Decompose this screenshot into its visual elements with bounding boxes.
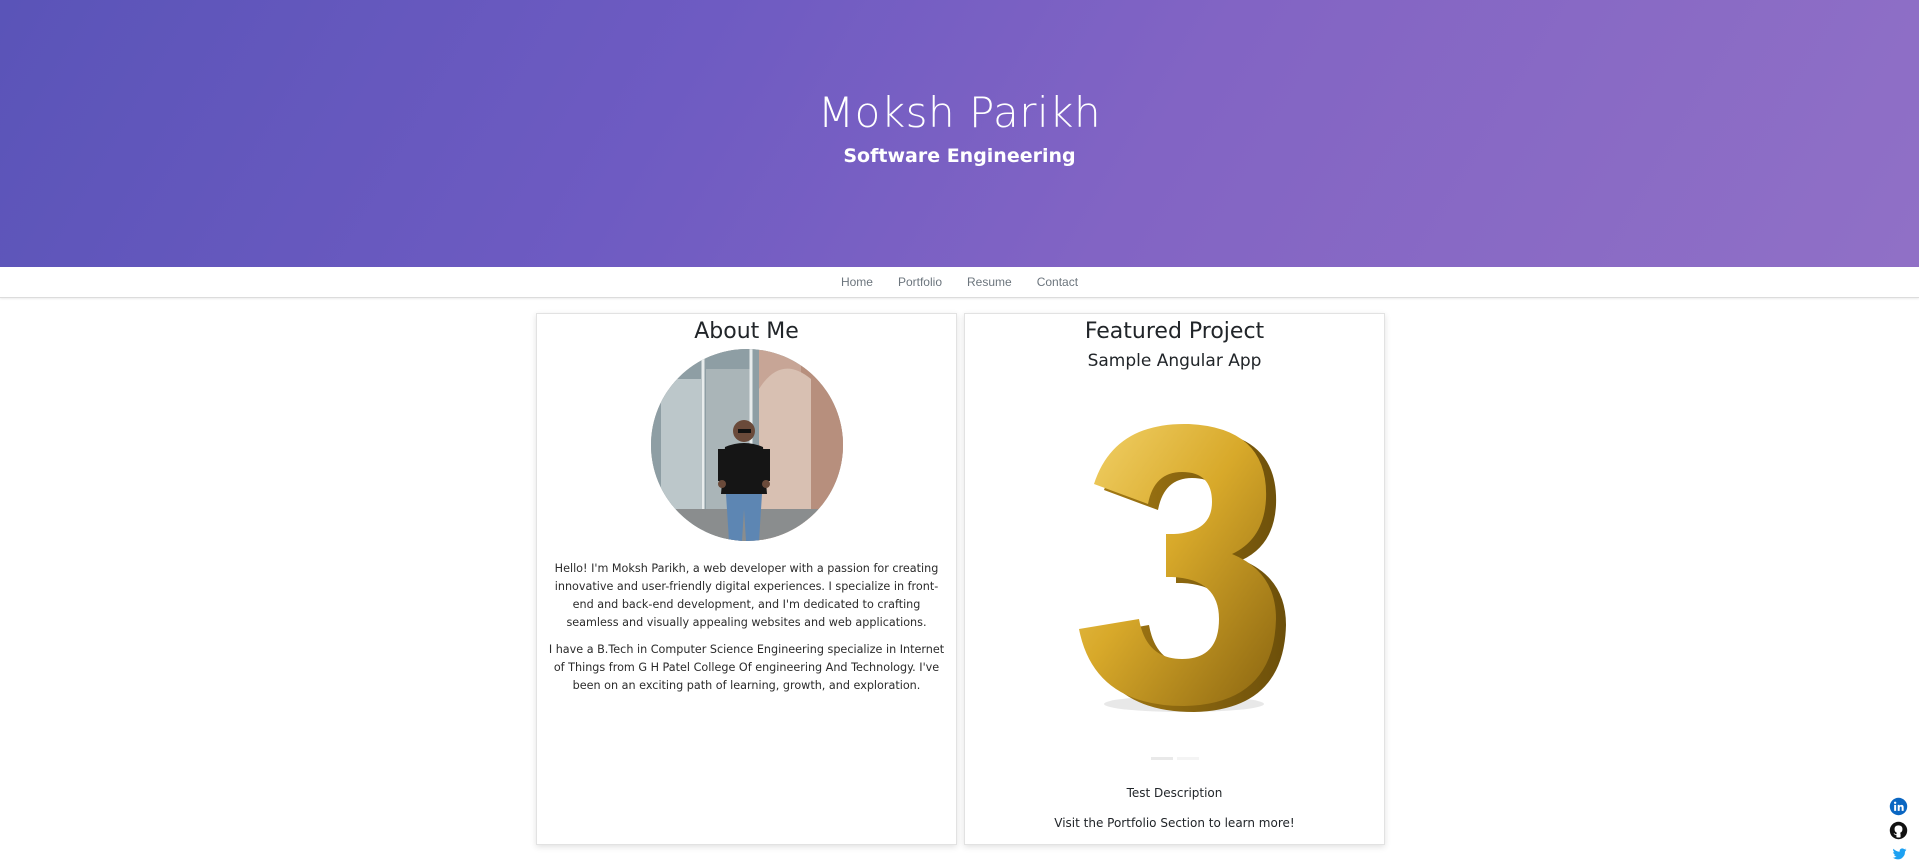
profile-photo-image <box>651 349 843 541</box>
featured-project-card: Featured Project Sample Angular App Test… <box>964 313 1385 845</box>
project-description: Test Description <box>1126 786 1223 800</box>
nav-contact-link[interactable]: Contact <box>1037 275 1078 289</box>
about-text: Hello! I'm Moksh Parikh, a web developer… <box>545 560 948 704</box>
gold-number-three-image <box>1079 423 1286 712</box>
twitter-icon[interactable] <box>1889 845 1908 864</box>
carousel-indicators <box>965 757 1384 760</box>
profile-photo <box>651 349 843 541</box>
github-icon[interactable] <box>1889 821 1908 840</box>
hero-banner: Moksh Parikh Software Engineering <box>0 0 1919 267</box>
about-paragraph-2: I have a B.Tech in Computer Science Engi… <box>548 643 945 692</box>
project-name: Sample Angular App <box>1087 351 1262 371</box>
featured-project-title: Featured Project <box>1084 319 1265 344</box>
hero-subtitle: Software Engineering <box>843 145 1076 167</box>
nav-portfolio-link[interactable]: Portfolio <box>898 275 942 289</box>
about-title: About Me <box>694 319 799 344</box>
nav-resume-link[interactable]: Resume <box>967 275 1012 289</box>
about-paragraph-1: Hello! I'm Moksh Parikh, a web developer… <box>554 562 939 629</box>
project-carousel-slide[interactable] <box>1054 414 1294 714</box>
carousel-indicator-2[interactable] <box>1176 757 1199 760</box>
hero-name: Moksh Parikh <box>817 88 1102 137</box>
linkedin-icon[interactable] <box>1889 797 1908 816</box>
main-navbar: Home Portfolio Resume Contact <box>0 267 1919 298</box>
portfolio-cta-text: Visit the Portfolio Section to learn mor… <box>1054 816 1295 830</box>
about-card: About Me Hello! I'm Moksh Parikh, a web … <box>536 313 957 845</box>
carousel-indicator-1[interactable] <box>1150 757 1173 760</box>
social-links <box>1888 797 1908 864</box>
nav-home-link[interactable]: Home <box>841 275 873 289</box>
